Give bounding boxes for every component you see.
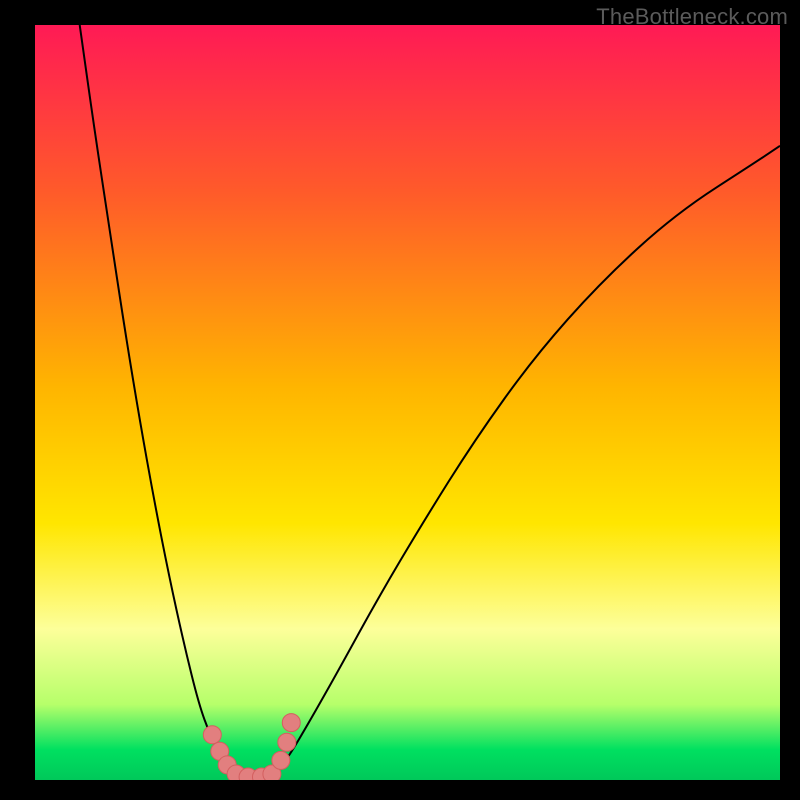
valley-marker — [282, 714, 300, 732]
chart-svg — [35, 25, 780, 780]
gradient-background — [35, 25, 780, 780]
chart-frame: TheBottleneck.com — [0, 0, 800, 800]
plot-area — [35, 25, 780, 780]
valley-marker — [203, 726, 221, 744]
valley-marker — [278, 733, 296, 751]
valley-marker — [272, 751, 290, 769]
